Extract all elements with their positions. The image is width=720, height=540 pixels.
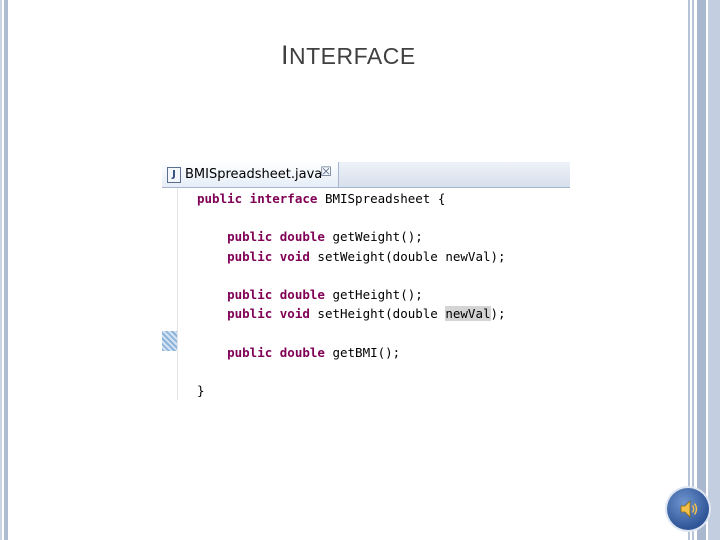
slide-frame-left [0,0,8,540]
code-text-segment: BMISpreadsheet { [317,191,446,206]
code-keyword: public double [197,344,325,360]
code-line: public void setWeight(double newVal); [197,247,506,266]
code-text-segment: getBMI(); [324,344,401,360]
code-text-segment: setWeight(double newVal); [309,248,506,264]
slide-frame-right [686,0,720,540]
code-text[interactable]: public interface BMISpreadsheet { public… [197,189,506,400]
code-line: public double getWeight(); [197,227,506,246]
speaker-sound-icon[interactable] [667,488,709,530]
slide-title-rest: NTERFACE [289,43,416,69]
code-text-segment: getHeight(); [324,286,423,302]
code-keyword: public void [197,248,310,264]
code-keyword: public void [197,306,310,322]
code-line: public interface BMISpreadsheet { [197,189,506,208]
close-icon[interactable]: ☒ [319,166,333,180]
code-keyword: public double [197,229,325,245]
editor-gutter [162,188,178,400]
highlighted-identifier: newVal [445,306,491,322]
editor-tab-label: BMISpreadsheet.java [185,167,323,182]
slide-title: INTERFACE [281,40,416,71]
code-editor-screenshot: J BMISpreadsheet.java ☒ public interface… [162,162,570,400]
code-text-segment: } [197,382,205,398]
code-text-segment: ); [490,306,506,322]
code-line: public void setHeight(double newVal); [197,304,506,323]
code-text-segment: getWeight(); [324,229,423,245]
code-line: public double getBMI(); [197,343,506,362]
code-line: } [197,381,506,400]
gutter-marker [162,331,177,351]
editor-tab-bmispreadsheet[interactable]: J BMISpreadsheet.java ☒ [162,162,339,187]
code-keyword: public interface [197,191,318,206]
code-line: public double getHeight(); [197,285,506,304]
code-text-segment: setHeight(double [309,306,446,322]
editor-tab-bar: J BMISpreadsheet.java ☒ [162,162,570,188]
slide-title-first-letter: I [281,40,290,70]
java-file-icon: J [167,167,181,183]
code-keyword: public double [197,286,325,302]
